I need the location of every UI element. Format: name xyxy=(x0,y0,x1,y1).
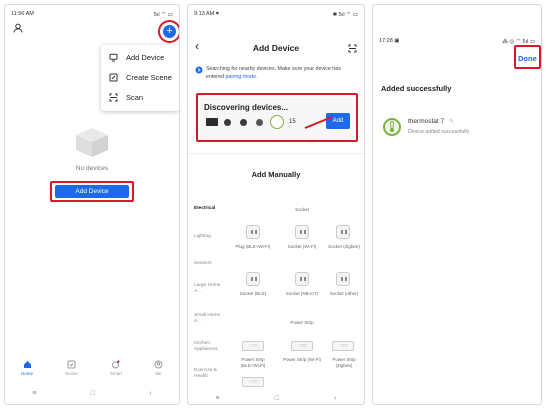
tab-label: Me xyxy=(155,371,162,376)
home-screen: 11:56 AM 5ıl ⌔ ▭ + Add Device Create Sce… xyxy=(4,4,180,405)
highlight-done xyxy=(514,45,541,69)
status-bar: 9:13 AM ♥ ✱ 5ıl ⌔ ▭ xyxy=(194,11,358,18)
tab-scene[interactable]: Scene xyxy=(65,360,78,376)
tab-me[interactable]: Me xyxy=(154,360,163,376)
status-icons: ⁂ ◎ ⌔ 5ıl ▭ xyxy=(502,39,535,45)
system-nav-bar: ≡ □ ‹ xyxy=(188,395,364,402)
empty-state-text: No devices xyxy=(75,165,109,172)
device-type-label[interactable]: Socket (NB-IoT) xyxy=(284,291,320,297)
nav-back-button[interactable]: ‹ xyxy=(334,395,336,402)
menu-item-scan[interactable]: Scan xyxy=(109,93,143,102)
device-type-label[interactable]: Plug (BLE+Wi-Fi) xyxy=(234,244,272,250)
status-icons: ✱ 5ıl ⌔ ▭ xyxy=(332,12,358,18)
highlight-plus xyxy=(158,20,179,43)
status-bar: 17:28 ▣ ⁂ ◎ ⌔ 5ıl ▭ xyxy=(379,38,535,45)
nav-menu-button[interactable]: ≡ xyxy=(216,395,220,402)
status-time: 11:56 AM xyxy=(11,11,34,17)
device-status: Device added successfully xyxy=(408,129,470,135)
smart-icon xyxy=(111,360,120,369)
thermostat-icon xyxy=(383,118,401,141)
tab-home[interactable]: Home xyxy=(21,360,33,376)
highlight-add-device xyxy=(50,181,134,202)
device-type-label[interactable]: Socket (Wi-Fi) xyxy=(284,244,320,250)
nav-back-button[interactable]: ‹ xyxy=(149,390,151,397)
page-title: Add Device xyxy=(252,43,300,53)
tab-label: Scene xyxy=(65,371,78,376)
bluetooth-search-icon xyxy=(195,66,203,74)
socket-icon xyxy=(295,225,309,239)
device-type-label[interactable]: Socket (Zigbee) xyxy=(326,244,362,250)
menu-item-label: Scan xyxy=(126,93,144,102)
category-small-home[interactable]: Small Home A... xyxy=(194,313,224,325)
power-strip-icon: ▫ ▽▽ xyxy=(332,341,354,351)
section-socket: Socket xyxy=(295,207,309,212)
power-strip-icon: ▫ ▽▽ xyxy=(242,377,264,387)
socket-icon xyxy=(246,272,260,286)
socket-icon xyxy=(336,225,350,239)
category-electrical[interactable]: Electrical xyxy=(194,206,215,212)
searching-hint: Searching for nearby devices. Make sure … xyxy=(206,65,360,81)
menu-item-label: Create Scene xyxy=(126,73,172,82)
status-time: 17:28 ▣ xyxy=(379,38,400,44)
home-icon xyxy=(23,360,32,369)
empty-box-illustration xyxy=(70,123,114,159)
pointer-line xyxy=(304,116,333,129)
category-exercise[interactable]: Exercise & Health xyxy=(194,368,226,380)
device-type-label[interactable]: Socket (BLE) xyxy=(234,291,272,297)
tab-bar: Home Scene Smart Me xyxy=(5,360,179,376)
category-kitchen[interactable]: Kitchen Appliances xyxy=(194,341,226,353)
device-type-label[interactable]: Power Strip (Wi-Fi) xyxy=(282,357,322,363)
user-icon[interactable] xyxy=(13,23,23,33)
status-time: 9:13 AM ♥ xyxy=(194,11,219,17)
scene-icon xyxy=(67,360,76,369)
device-type-label[interactable]: Power Strip (Zigbee) xyxy=(324,357,364,368)
category-lighting[interactable]: Lighting xyxy=(194,234,224,240)
nav-home-button[interactable]: □ xyxy=(91,390,95,397)
me-icon xyxy=(154,360,163,369)
scan-icon[interactable] xyxy=(348,44,357,53)
add-device-screen: 9:13 AM ♥ ✱ 5ıl ⌔ ▭ ‹ Add Device Searchi… xyxy=(187,4,365,405)
scan-icon xyxy=(109,93,121,102)
create-scene-icon xyxy=(109,73,121,82)
device-type-label[interactable]: Socket (other) xyxy=(326,291,362,297)
socket-icon xyxy=(295,272,309,286)
status-icons: 5ıl ⌔ ▭ xyxy=(153,12,173,18)
add-menu: Add Device Create Scene Scan xyxy=(101,45,179,111)
added-success-screen: 17:28 ▣ ⁂ ◎ ⌔ 5ıl ▭ Done Added successfu… xyxy=(372,4,542,405)
nav-menu-button[interactable]: ≡ xyxy=(32,390,36,397)
device-name-text: thermostat 7 xyxy=(408,118,445,125)
added-title: Added successfully xyxy=(381,84,452,93)
device-type-label[interactable]: Power Strip (BLE+Wi-Fi) xyxy=(232,357,274,368)
power-strip-icon: ▫ ▽▽ xyxy=(242,341,264,351)
system-nav-bar: ≡ □ ‹ xyxy=(5,390,179,397)
add-device-icon xyxy=(109,53,121,62)
tab-label: Home xyxy=(21,371,34,376)
divider xyxy=(188,153,364,154)
add-manually-title: Add Manually xyxy=(251,170,301,179)
pairing-mode-link[interactable]: pairing mode. xyxy=(225,74,257,80)
plug-icon xyxy=(246,225,260,239)
menu-item-add-device[interactable]: Add Device xyxy=(109,53,164,62)
power-strip-icon: ▫ ▽▽ xyxy=(291,341,313,351)
tab-smart[interactable]: Smart xyxy=(110,360,122,376)
socket-icon xyxy=(336,272,350,286)
menu-item-create-scene[interactable]: Create Scene xyxy=(109,73,172,82)
category-sensors[interactable]: Sensors xyxy=(194,261,224,267)
device-name: thermostat 7 ✎ xyxy=(408,118,454,125)
nav-home-button[interactable]: □ xyxy=(275,395,279,402)
edit-icon[interactable]: ✎ xyxy=(449,119,454,125)
section-power-strip: Power Strip xyxy=(290,320,314,325)
status-bar: 11:56 AM 5ıl ⌔ ▭ xyxy=(11,11,173,18)
menu-item-label: Add Device xyxy=(126,53,165,62)
tab-label: Smart xyxy=(109,371,122,376)
category-large-home[interactable]: Large Home A... xyxy=(194,283,224,295)
